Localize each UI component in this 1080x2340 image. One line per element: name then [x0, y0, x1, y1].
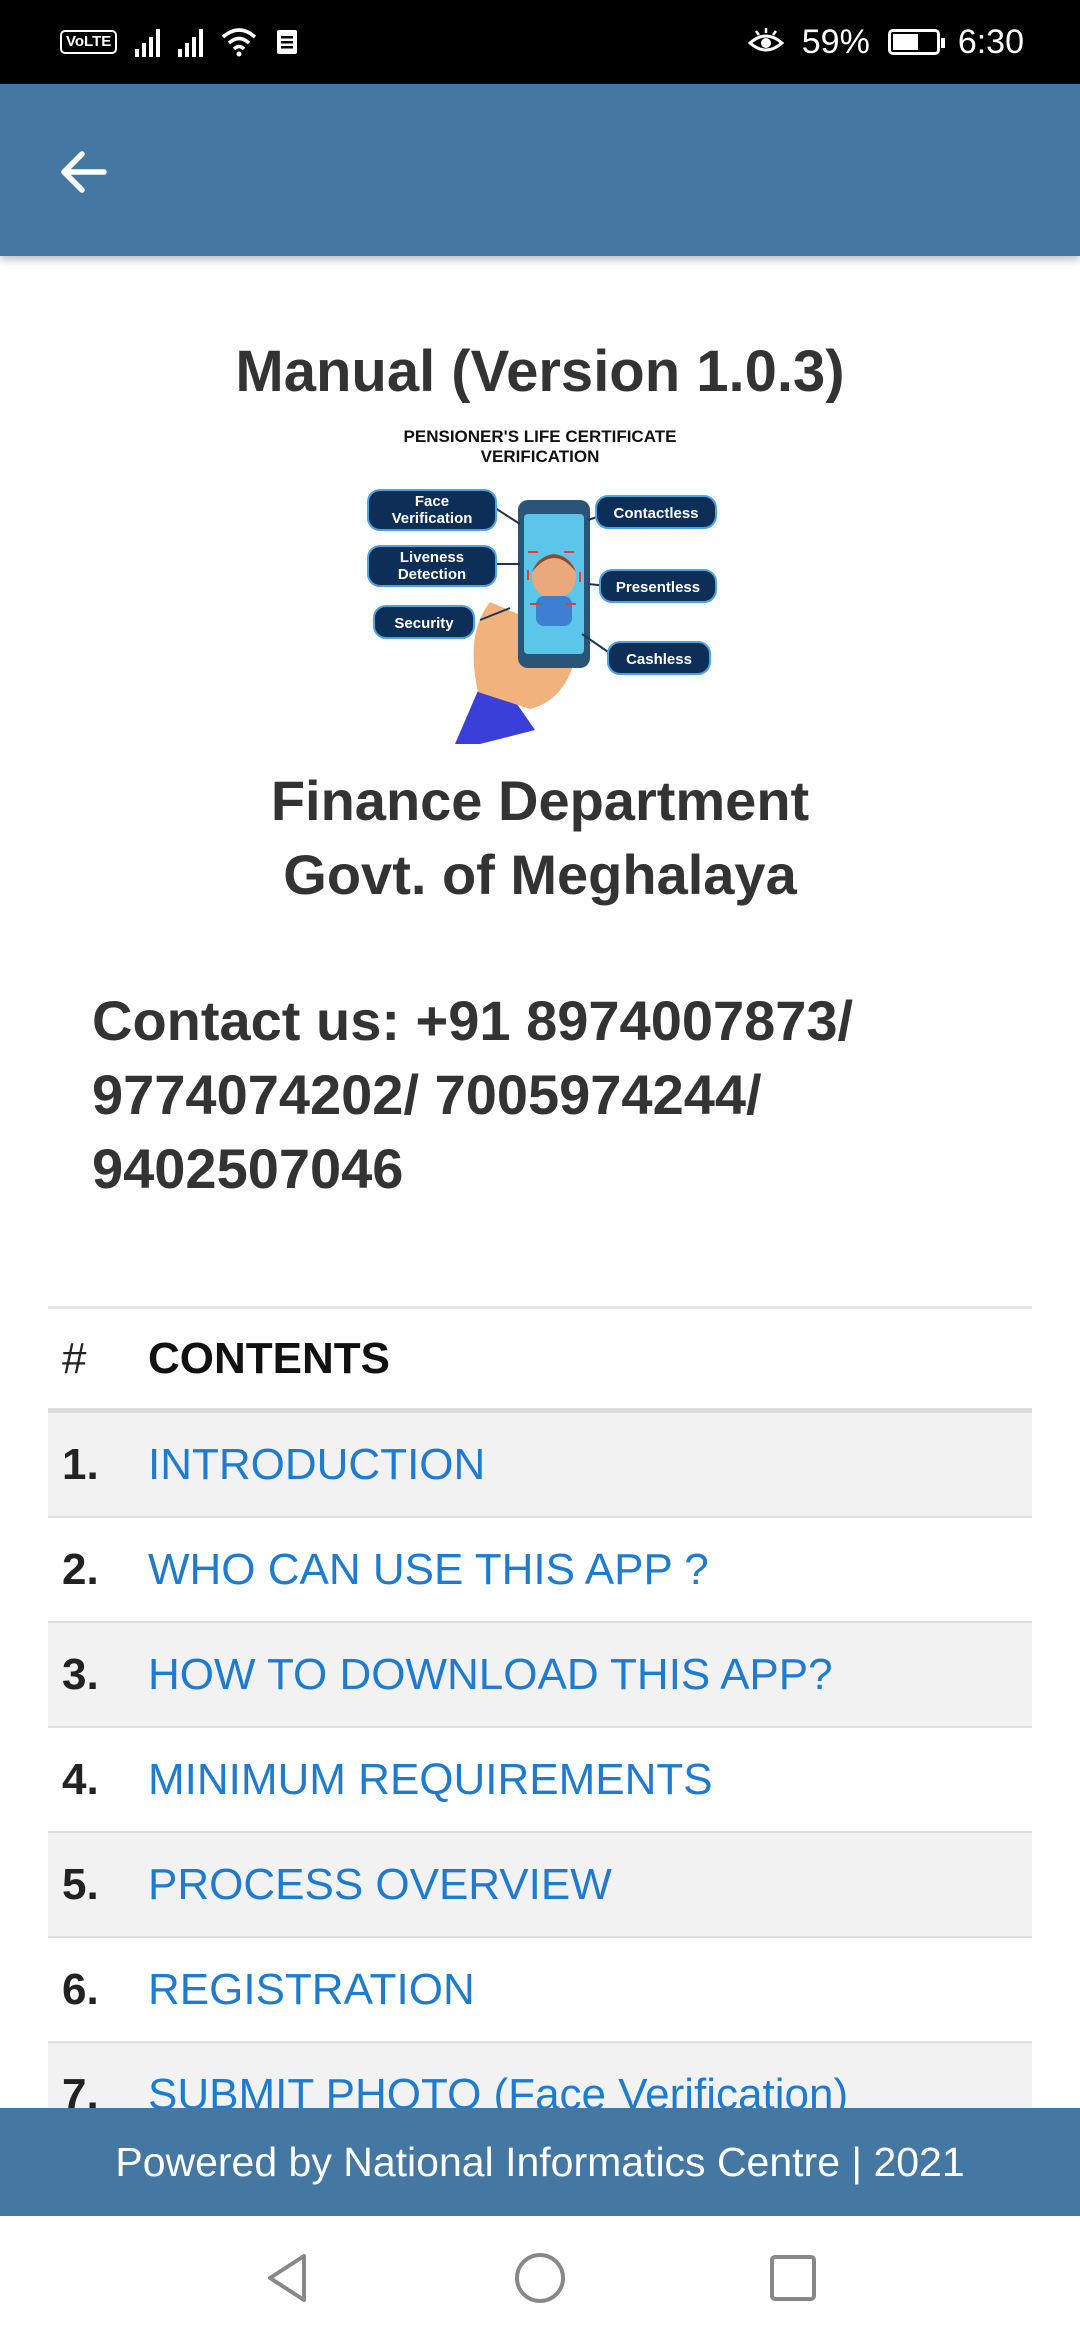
shirt-shape	[536, 596, 572, 626]
badge-face-verification: Verification	[392, 510, 473, 527]
row-number: 1.	[62, 1439, 99, 1489]
triangle-back-icon	[267, 2254, 306, 2302]
battery-icon	[887, 29, 945, 55]
row-number: 3.	[62, 1649, 99, 1699]
table-row[interactable]: 5. PROCESS OVERVIEW	[48, 1833, 1032, 1938]
header-label: CONTENTS	[148, 1333, 390, 1383]
system-nav-bar	[0, 2216, 1080, 2340]
eye-comfort-icon	[747, 28, 784, 52]
badge-cashless: Cashless	[626, 651, 692, 668]
battery-fill	[892, 34, 918, 50]
contents-link-process-overview[interactable]: PROCESS OVERVIEW	[148, 1860, 612, 1910]
contact-info: Contact us: +91 8974007873/ 9774074202/ …	[92, 984, 1012, 1206]
life-certificate-illustration: PENSIONER'S LIFE CERTIFICATE VERIFICATIO…	[367, 427, 717, 744]
row-number: 5.	[62, 1859, 99, 1909]
row-number: 7.	[62, 2069, 99, 2109]
illustration-heading: PENSIONER'S LIFE CERTIFICATE	[404, 427, 677, 446]
badge-presentless: Presentless	[616, 579, 700, 596]
header-num: #	[62, 1333, 87, 1383]
badge-face-verification: Face	[415, 493, 449, 510]
page-title: Manual (Version 1.0.3)	[235, 339, 845, 404]
contact-line: 9402507046	[92, 1137, 404, 1200]
volte-icon: VoLTE	[60, 30, 118, 54]
manual-content: Manual (Version 1.0.3) PENSIONER'S LIFE …	[0, 256, 1080, 2108]
row-number: 2.	[62, 1544, 99, 1594]
department-line: Govt. of Meghalaya	[283, 843, 797, 906]
contact-line: 9774074202/ 7005974244/	[92, 1063, 762, 1126]
table-row[interactable]: 3. HOW TO DOWNLOAD THIS APP?	[48, 1623, 1032, 1728]
clock: 6:30	[957, 22, 1024, 61]
contents-link-submit-photo[interactable]: SUBMIT PHOTO (Face Verification)	[148, 2070, 848, 2109]
contact-line: Contact us: +91 8974007873/	[92, 989, 854, 1052]
footer-text: Powered by National Informatics Centre |…	[115, 2138, 965, 2185]
illustration-heading: VERIFICATION	[481, 447, 600, 466]
badge-liveness: Detection	[398, 566, 466, 583]
arrow-left-icon	[61, 151, 107, 193]
contents-link-introduction[interactable]: INTRODUCTION	[148, 1440, 485, 1490]
battery-percent: 59%	[801, 22, 870, 61]
contents-link-download[interactable]: HOW TO DOWNLOAD THIS APP?	[148, 1650, 833, 1700]
department-heading: Finance Department Govt. of Meghalaya	[0, 764, 1080, 912]
row-number: 6.	[62, 1964, 99, 2014]
signal-icon	[178, 27, 204, 57]
status-right: 59% 6:30	[747, 22, 1024, 62]
contents-link-registration[interactable]: REGISTRATION	[148, 1965, 475, 2015]
badge-contactless: Contactless	[613, 505, 698, 522]
badge-security: Security	[394, 615, 454, 632]
wifi-icon	[222, 28, 257, 57]
table-row[interactable]: 4. MINIMUM REQUIREMENTS	[48, 1728, 1032, 1833]
table-row[interactable]: 7. SUBMIT PHOTO (Face Verification)	[48, 2043, 1032, 2108]
sim-card-icon	[277, 30, 298, 54]
app-bar	[0, 84, 1080, 256]
nav-back-button[interactable]	[252, 2243, 322, 2313]
nav-home-button[interactable]	[505, 2243, 575, 2313]
table-row[interactable]: 6. REGISTRATION	[48, 1938, 1032, 2043]
square-recents-icon	[770, 2255, 817, 2301]
badge-liveness: Liveness	[400, 549, 464, 566]
footer: Powered by National Informatics Centre |…	[0, 2108, 1080, 2216]
back-button[interactable]	[48, 136, 120, 208]
signal-icon	[135, 27, 161, 57]
contents-link-requirements[interactable]: MINIMUM REQUIREMENTS	[148, 1755, 713, 1805]
table-row[interactable]: 1. INTRODUCTION	[48, 1413, 1032, 1518]
status-left: VoLTE	[60, 27, 299, 57]
row-number: 4.	[62, 1754, 99, 1804]
circle-home-icon	[514, 2253, 565, 2303]
table-header: # CONTENTS	[48, 1309, 1032, 1413]
contents-table: # CONTENTS 1. INTRODUCTION 2. WHO CAN US…	[48, 1306, 1032, 2108]
table-row[interactable]: 2. WHO CAN USE THIS APP ?	[48, 1518, 1032, 1623]
department-line: Finance Department	[270, 769, 810, 832]
status-bar: VoLTE 59% 6:30	[0, 0, 1080, 84]
nav-recents-button[interactable]	[758, 2243, 828, 2313]
contents-link-who-can-use[interactable]: WHO CAN USE THIS APP ?	[148, 1545, 709, 1595]
